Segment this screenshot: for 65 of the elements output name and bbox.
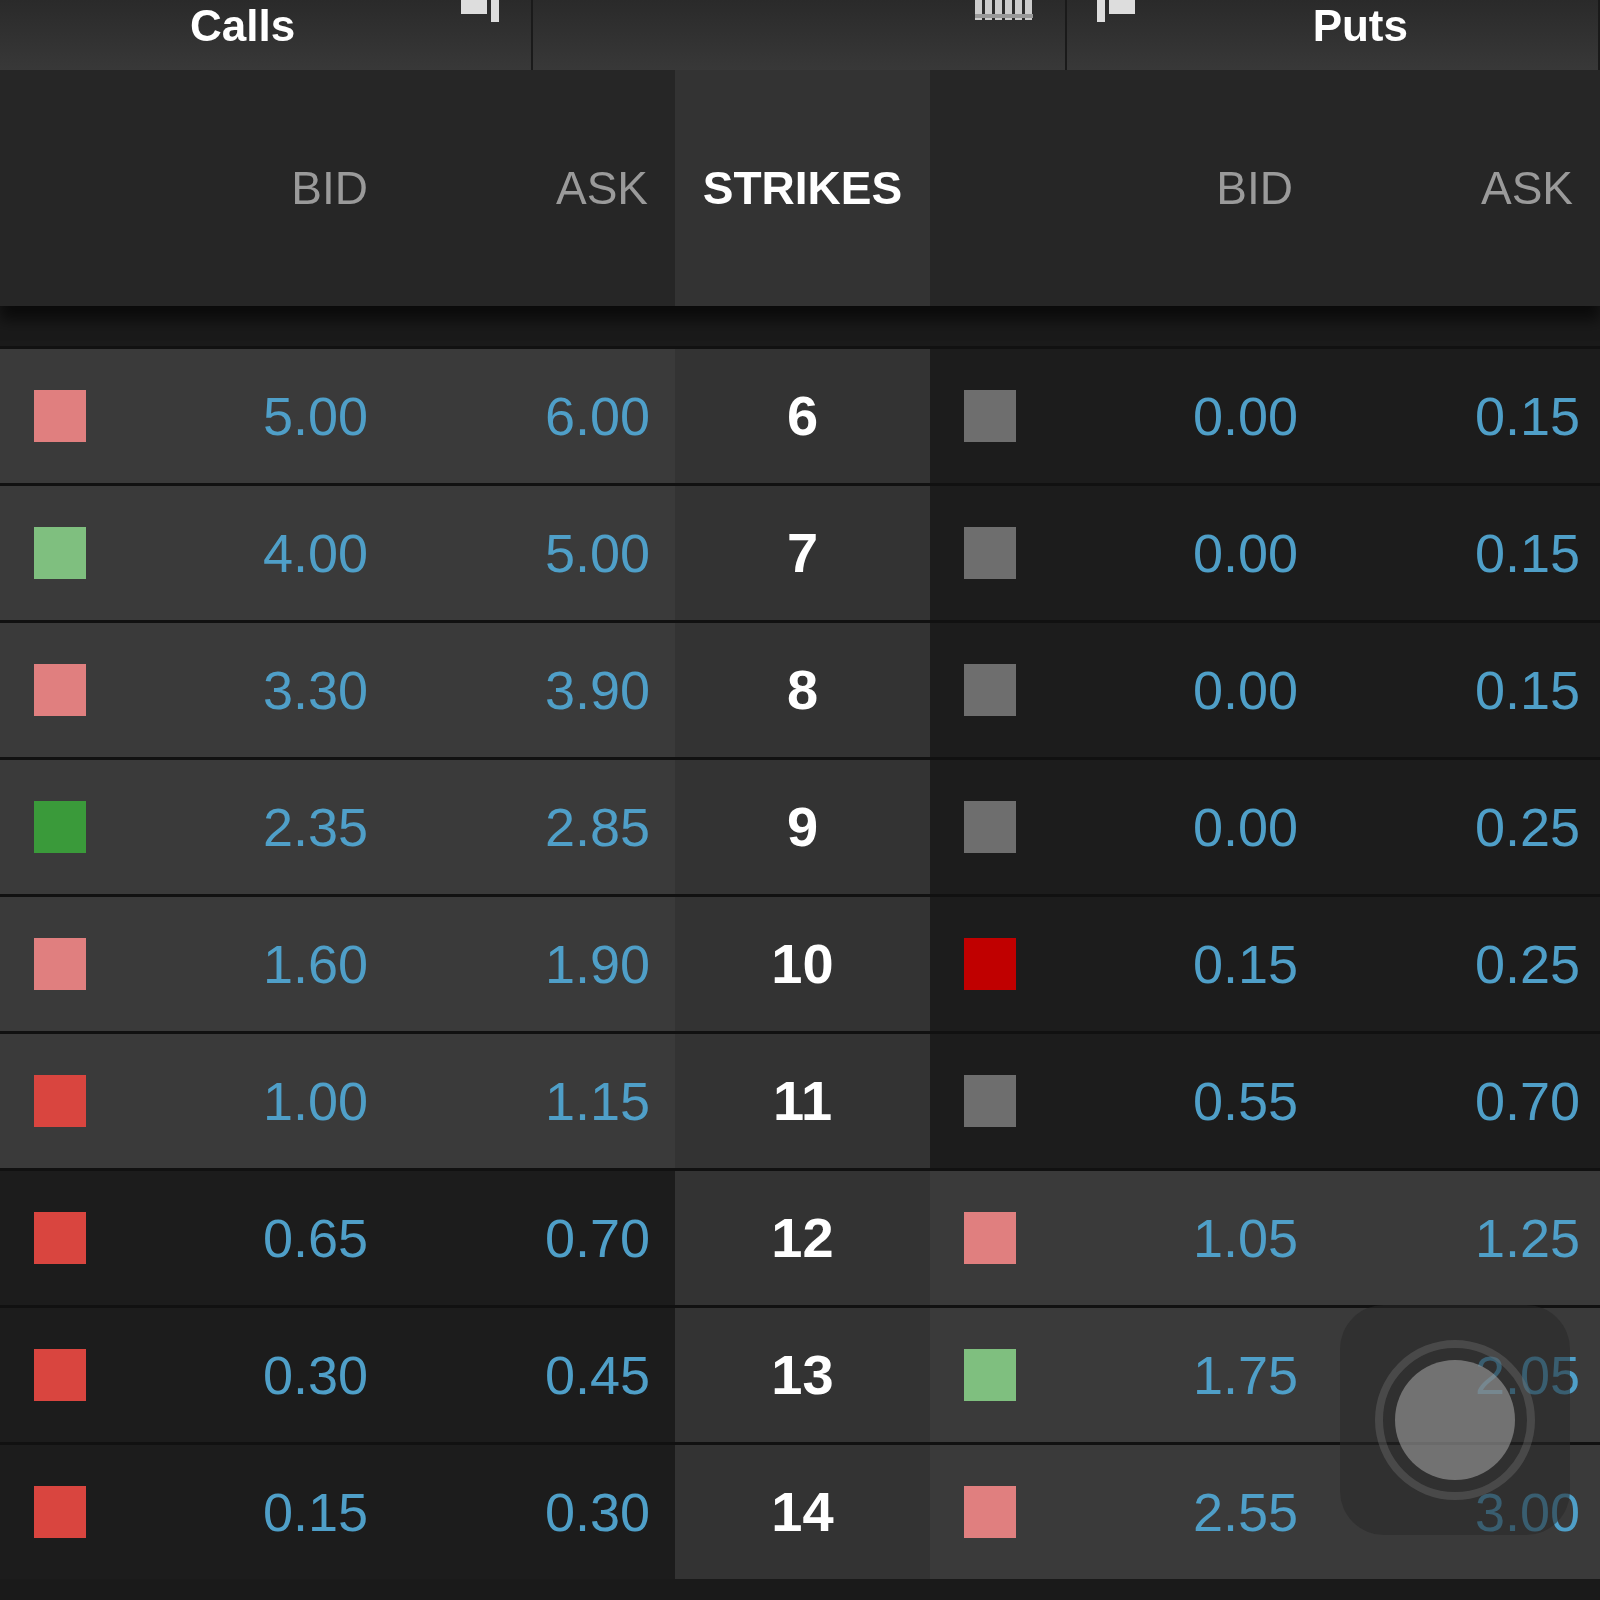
ask-price: 0.25 [1473,795,1580,859]
segment-tab[interactable]: Calls [0,0,534,70]
quote-cell-group[interactable]: 1.05 1.25 [930,1171,1600,1305]
bid-price: 4.00 [261,521,368,585]
strike-cell: 13 [675,1308,930,1442]
bars-icon [461,0,502,22]
ask-price: 0.45 [543,1343,650,1407]
bid-price: 0.15 [1191,932,1298,996]
bid-price: 2.55 [1191,1480,1298,1544]
bid-price: 2.35 [261,795,368,859]
ask-price: 2.85 [543,795,650,859]
ask-price: 1.90 [543,932,650,996]
quote-cell-group[interactable]: 3.30 3.90 [0,623,675,757]
quote-cell-group[interactable]: 1.60 1.90 [0,897,675,1031]
column-header: ASK [554,160,648,216]
flag-icon [1096,0,1137,22]
ask-price: 3.90 [543,658,650,722]
bid-price: 3.30 [261,658,368,722]
strike-cell: 10 [675,897,930,1031]
bid-price: 0.15 [261,1480,368,1544]
ask-price: 5.00 [543,521,650,585]
quote-cell-group[interactable]: 1.00 1.15 [0,1034,675,1168]
strike-cell: 7 [675,486,930,620]
bid-price: 1.75 [1191,1343,1298,1407]
quote-cell-group[interactable]: 2.35 2.85 [0,760,675,894]
bid-price: 0.00 [1191,521,1298,585]
strike-cell: 12 [675,1171,930,1305]
column-header: ASK [1479,160,1573,216]
ask-price: 0.30 [543,1480,650,1544]
ask-price: 0.70 [1473,1069,1580,1133]
segment-tab[interactable] [533,0,1067,70]
ask-price: 1.25 [1473,1206,1580,1270]
ask-price: 1.15 [543,1069,650,1133]
strike-cell: 11 [675,1034,930,1168]
bid-price: 0.00 [1191,658,1298,722]
quote-cell-group[interactable]: 4.00 5.00 [0,486,675,620]
bid-price: 1.00 [261,1069,368,1133]
strike-cell: 14 [675,1445,930,1579]
quote-cell-group[interactable]: 5.00 6.00 [0,349,675,483]
bid-price: 0.00 [1191,795,1298,859]
ask-price: 0.15 [1473,521,1580,585]
strikes-header: STRIKES [675,70,930,306]
bid-price: 5.00 [261,384,368,448]
ask-price: 6.00 [543,384,650,448]
calendar-icon [974,0,1035,22]
column-header: BID [1215,160,1293,216]
bid-price: 0.55 [1191,1069,1298,1133]
bid-price: 1.05 [1191,1206,1298,1270]
strike-cell: 6 [675,349,930,483]
bid-price: 1.60 [261,932,368,996]
bid-price: 0.65 [261,1206,368,1270]
ask-price: 3.00 [1473,1480,1580,1544]
quote-cell-group[interactable]: 2.55 3.00 [930,1445,1600,1579]
ask-price: 0.70 [543,1206,650,1270]
ask-price: 0.15 [1473,658,1580,722]
tab-label: Puts [1312,4,1408,48]
bid-price: 0.00 [1191,384,1298,448]
ask-price: 0.15 [1473,384,1580,448]
strike-cell: 9 [675,760,930,894]
tab-label: Calls [190,4,296,48]
bid-price: 0.30 [261,1343,368,1407]
segment-tab[interactable]: Puts [1066,0,1600,70]
column-header: BID [290,160,368,216]
strike-cell: 8 [675,623,930,757]
ask-price: 0.25 [1473,932,1580,996]
